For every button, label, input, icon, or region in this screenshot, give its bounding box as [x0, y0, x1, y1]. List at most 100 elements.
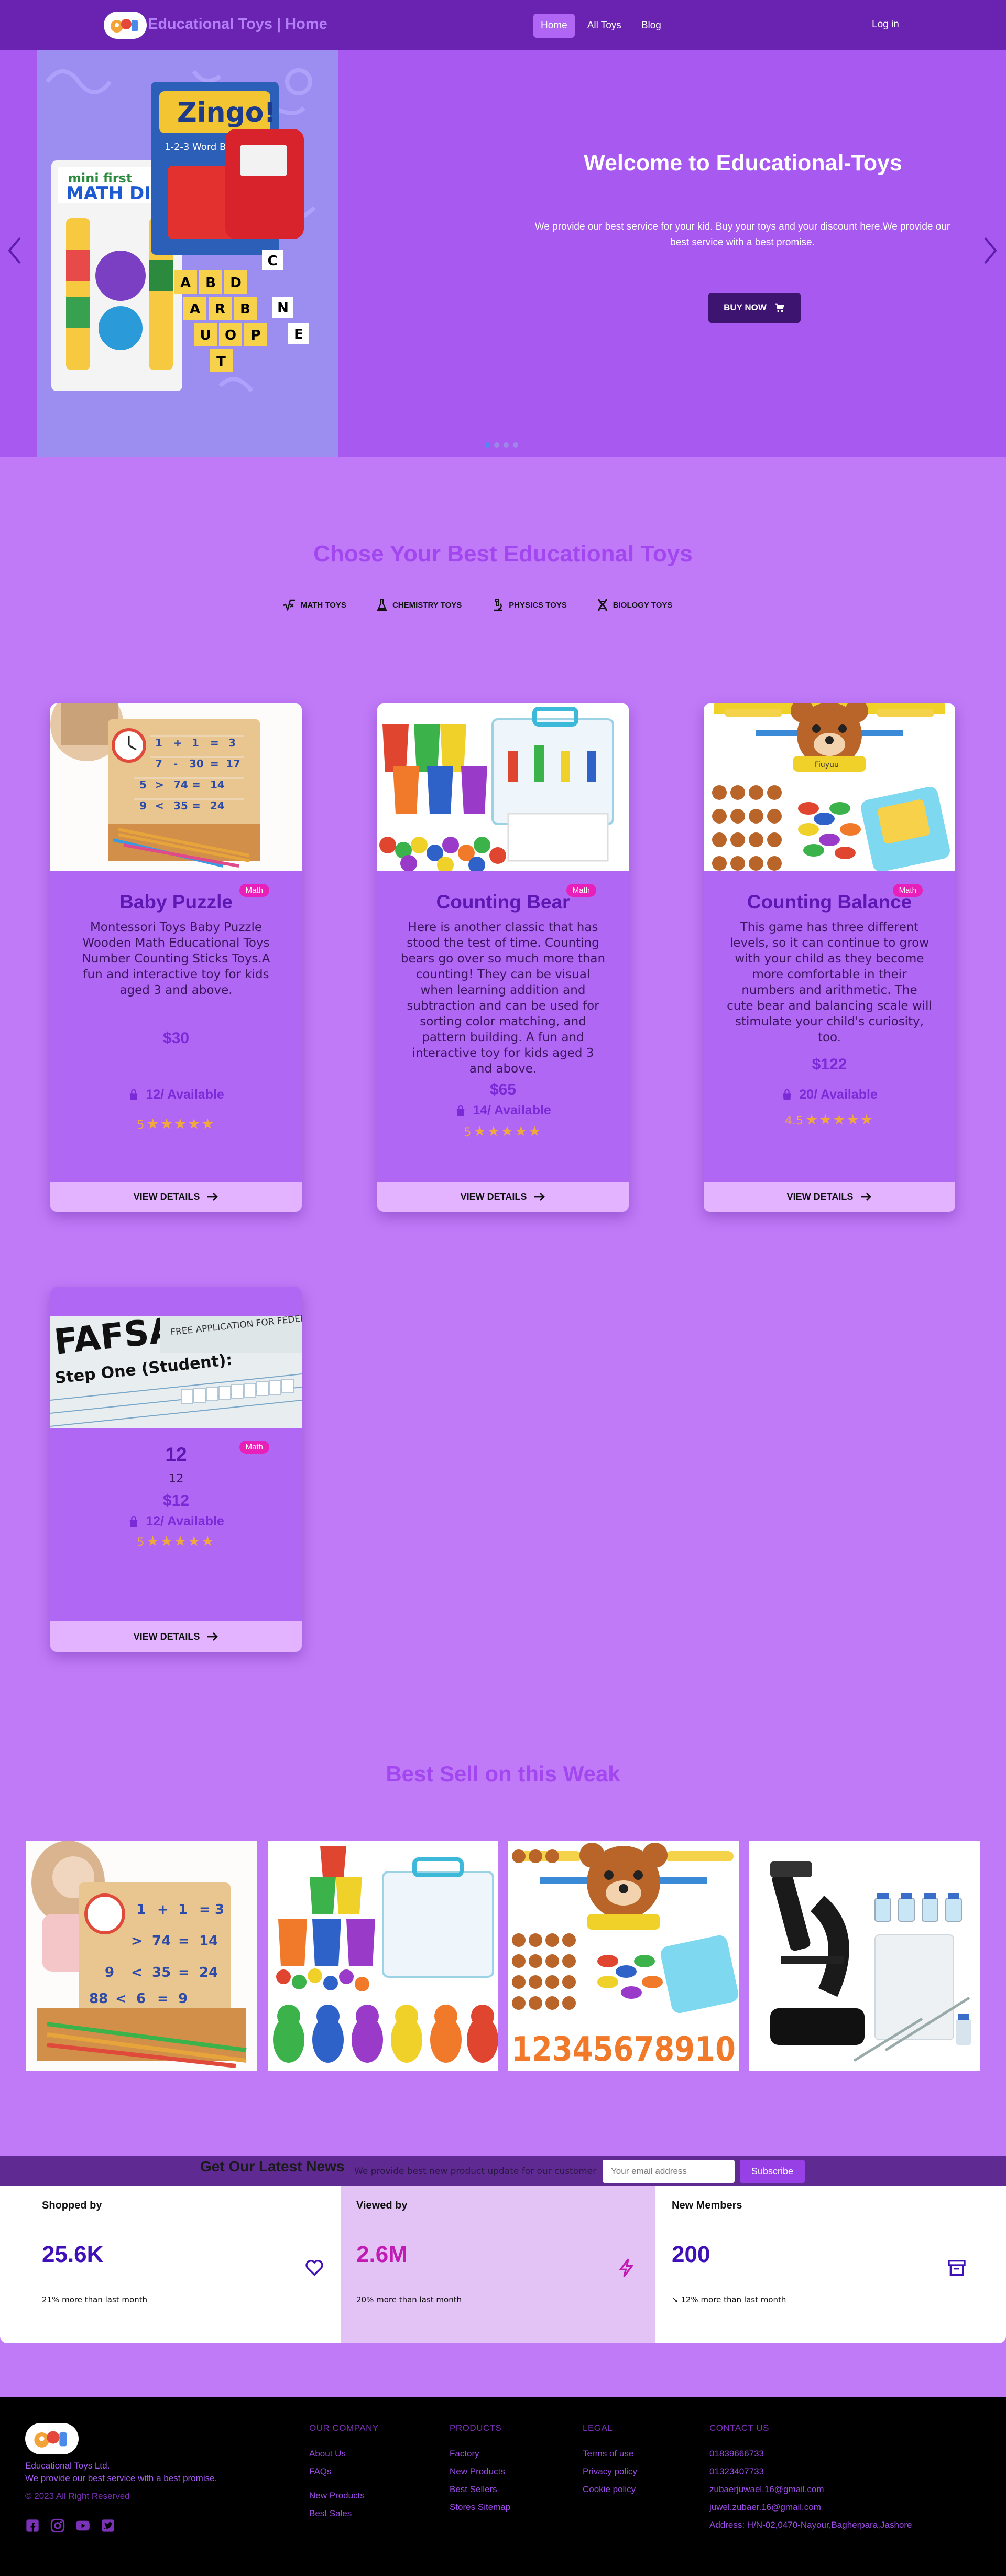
balance-numbers: 12345678910: [511, 2030, 736, 2069]
hero-image: mini first MATH DICE Zingo! 1-2-3 Word B…: [37, 50, 338, 457]
bag-icon: [129, 1089, 138, 1100]
stat-note: 21% more than last month: [42, 2295, 148, 2304]
bag-icon: [783, 1089, 791, 1100]
math-cell: 6: [136, 1991, 146, 2007]
view-details-button[interactable]: VIEW DETAILS: [50, 1182, 302, 1212]
tab-chemistry-toys[interactable]: CHEMISTRY TOYS: [377, 599, 462, 611]
rating-value: 5: [137, 1536, 145, 1549]
product-price: $12: [162, 1492, 190, 1509]
logo-icon: [111, 19, 138, 33]
rating-stars: ★★★★★: [805, 1112, 874, 1128]
nav-home[interactable]: Home: [533, 14, 575, 38]
stat-label: Shopped by: [42, 2200, 102, 2211]
carousel-dot-3[interactable]: [504, 442, 509, 448]
math-cell: >: [155, 778, 164, 791]
tile-6: B: [240, 301, 250, 317]
math-cell: 7: [155, 757, 162, 770]
newsletter-title: Get Our Latest News: [200, 2158, 345, 2174]
stat-note: ↘ 12% more than last month: [672, 2295, 786, 2304]
facebook-icon[interactable]: [25, 2518, 40, 2533]
view-details-label: VIEW DETAILS: [133, 1631, 200, 1642]
stat-label: New Members: [672, 2200, 742, 2211]
product-image: [377, 703, 629, 871]
math-cell: =: [192, 778, 201, 791]
rating-stars: ★★★★★: [473, 1123, 542, 1140]
view-details-button[interactable]: VIEW DETAILS: [704, 1182, 955, 1212]
newsletter-email-input[interactable]: [603, 2160, 735, 2183]
footer-link[interactable]: Best Sellers: [450, 2481, 510, 2498]
product-availability: 12/ Available: [50, 1087, 302, 1102]
best-sell-item[interactable]: [268, 1841, 498, 2071]
nav-all-toys[interactable]: All Toys: [580, 14, 629, 38]
product-description: Montessori Toys Baby Puzzle Wooden Math …: [82, 921, 270, 997]
stat-note: 20% more than last month: [356, 2295, 462, 2304]
footer-link[interactable]: FAQs: [309, 2463, 379, 2481]
footer-link[interactable]: New Products: [309, 2487, 379, 2505]
product-availability: 12/ Available: [50, 1514, 302, 1529]
carousel-dot-2[interactable]: [494, 442, 499, 448]
footer-tagline: We provide our best service with a best …: [25, 2473, 217, 2483]
footer-email[interactable]: juwel.zubaer.16@gmail.com: [709, 2498, 912, 2516]
main-menu: Home All Toys Blog: [533, 14, 669, 38]
best-sell-item[interactable]: 1 + 1 = 3 > 74 = 14 9 < 35 = 24 88 < 6 =…: [26, 1841, 257, 2071]
carousel-prev-icon[interactable]: [5, 235, 24, 266]
product-description: Here is another classic that has stood t…: [400, 921, 606, 1076]
tab-physics-toys[interactable]: PHYSICS TOYS: [492, 599, 567, 611]
footer-link[interactable]: Stores Sitemap: [450, 2498, 510, 2516]
social-links: [25, 2518, 115, 2533]
tab-biology-label: BIOLOGY TOYS: [613, 600, 673, 610]
arrow-right-icon: [861, 1193, 872, 1201]
footer-heading: OUR COMPANY: [309, 2423, 379, 2433]
math-cell: 88: [89, 1991, 108, 2007]
footer-logo[interactable]: [25, 2423, 79, 2454]
footer-link[interactable]: Factory: [450, 2445, 510, 2463]
subscribe-button[interactable]: Subscribe: [740, 2160, 805, 2183]
login-link[interactable]: Log in: [872, 19, 899, 30]
footer-link[interactable]: Cookie policy: [583, 2481, 637, 2498]
availability-label: 14/ Available: [473, 1103, 551, 1118]
category-badge: Math: [566, 884, 596, 897]
product-description: This game has three different levels, so…: [727, 921, 932, 1044]
instagram-icon[interactable]: [50, 2518, 65, 2533]
footer-phone[interactable]: 01323407733: [709, 2463, 912, 2481]
footer-link[interactable]: Privacy policy: [583, 2463, 637, 2481]
math-cell: 9: [178, 1991, 188, 2007]
heart-icon: [305, 2260, 323, 2276]
math-cell: =: [178, 1933, 190, 1949]
best-sell-item[interactable]: [749, 1841, 980, 2071]
footer-link[interactable]: Best Sales: [309, 2505, 379, 2523]
site-brand[interactable]: Educational Toys | Home: [148, 16, 327, 33]
footer-link[interactable]: Terms of use: [583, 2445, 637, 2463]
tab-biology-toys[interactable]: BIOLOGY TOYS: [597, 599, 673, 611]
logo-icon: [34, 2431, 67, 2448]
stat-new-members: New Members 200 ↘ 12% more than last mon…: [655, 2186, 1006, 2343]
tile-7: U: [200, 328, 211, 343]
youtube-icon[interactable]: [75, 2518, 90, 2533]
site-logo[interactable]: [104, 12, 147, 39]
stat-value: 25.6K: [42, 2242, 104, 2267]
twitter-icon[interactable]: [101, 2518, 115, 2533]
math-cell: +: [173, 737, 182, 749]
view-details-button[interactable]: VIEW DETAILS: [50, 1621, 302, 1652]
zingo-title: Zingo!: [177, 97, 276, 128]
best-sell-item[interactable]: 12345678910: [508, 1841, 739, 2071]
nav-blog[interactable]: Blog: [634, 14, 669, 38]
math-cell: 1: [136, 1902, 146, 1918]
footer-phone[interactable]: 01839666733: [709, 2445, 912, 2463]
carousel-dot-1[interactable]: [485, 442, 490, 448]
rating-value: 4.5: [784, 1114, 803, 1128]
stat-shopped: Shopped by 25.6K 21% more than last mont…: [0, 2186, 341, 2343]
footer-email[interactable]: zubaerjuwael.16@gmail.com: [709, 2481, 912, 2498]
buy-now-button[interactable]: BUY NOW: [708, 293, 801, 323]
footer-link[interactable]: New Products: [450, 2463, 510, 2481]
carousel-dot-4[interactable]: [513, 442, 518, 448]
best-sell-image: 12345678910: [508, 1841, 739, 2071]
math-cell: 1: [155, 737, 162, 749]
carousel-next-icon[interactable]: [981, 235, 1000, 266]
math-cell: <: [131, 1965, 143, 1980]
footer-link[interactable]: About Us: [309, 2445, 379, 2463]
tab-math-toys[interactable]: MATH TOYS: [283, 599, 346, 611]
view-details-button[interactable]: VIEW DETAILS: [377, 1182, 629, 1212]
stat-value: 2.6M: [356, 2242, 408, 2267]
math-cell: 24: [199, 1965, 218, 1980]
